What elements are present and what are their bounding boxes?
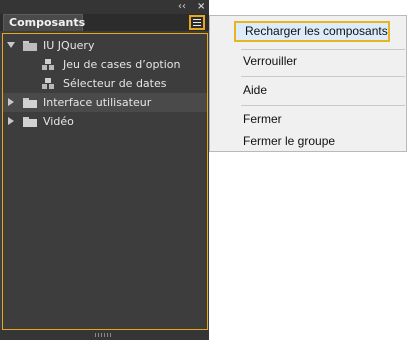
tree-item-interface-utilisateur[interactable]: Interface utilisateur <box>3 93 207 112</box>
resize-grip-icon[interactable] <box>95 333 113 337</box>
menu-item-fermer-le-groupe[interactable]: Fermer le groupe <box>243 134 335 148</box>
component-icon <box>42 59 54 71</box>
tree-item-label: IU JQuery <box>43 39 95 52</box>
tree-item-label: Jeu de cases d’option <box>63 58 181 71</box>
collapsed-arrow-icon[interactable] <box>8 117 14 125</box>
tree-item-iu-jquery[interactable]: IU JQuery <box>3 36 207 55</box>
menu-item-recharger[interactable]: Recharger les composants <box>234 21 390 42</box>
menu-separator <box>241 105 405 106</box>
panel-menu-icon <box>193 19 201 28</box>
collapse-icon[interactable]: ‹‹ <box>178 1 186 13</box>
components-tree: IU JQuery Jeu de cases d’option Sélecteu… <box>2 33 208 330</box>
folder-icon <box>23 98 37 108</box>
tree-item-jeu-de-cases[interactable]: Jeu de cases d’option <box>3 55 207 74</box>
tree-item-label: Vidéo <box>43 115 74 128</box>
tab-composants[interactable]: Composants <box>3 14 85 31</box>
tree-item-video[interactable]: Vidéo <box>3 112 207 131</box>
panel-menu-button[interactable] <box>189 15 205 30</box>
tree-item-selecteur-de-dates[interactable]: Sélecteur de dates <box>3 74 207 93</box>
panel-resize-bar <box>0 330 209 340</box>
expanded-arrow-icon[interactable] <box>7 42 15 48</box>
panel-tab-bar: Composants <box>0 14 209 31</box>
panel-title-bar: ‹‹ × <box>0 0 209 14</box>
collapsed-arrow-icon[interactable] <box>8 98 14 106</box>
tree-item-label: Interface utilisateur <box>43 96 152 109</box>
panel-context-menu: Recharger les composants Verrouiller Aid… <box>209 15 407 152</box>
menu-separator <box>241 49 405 50</box>
component-icon <box>42 78 54 90</box>
menu-item-verrouiller[interactable]: Verrouiller <box>243 54 297 68</box>
folder-icon <box>23 117 37 127</box>
close-icon[interactable]: × <box>197 1 205 13</box>
menu-separator <box>241 76 405 77</box>
tree-item-label: Sélecteur de dates <box>63 77 167 90</box>
folder-open-icon <box>23 41 37 51</box>
menu-item-fermer[interactable]: Fermer <box>243 112 282 126</box>
menu-item-aide[interactable]: Aide <box>243 83 267 97</box>
